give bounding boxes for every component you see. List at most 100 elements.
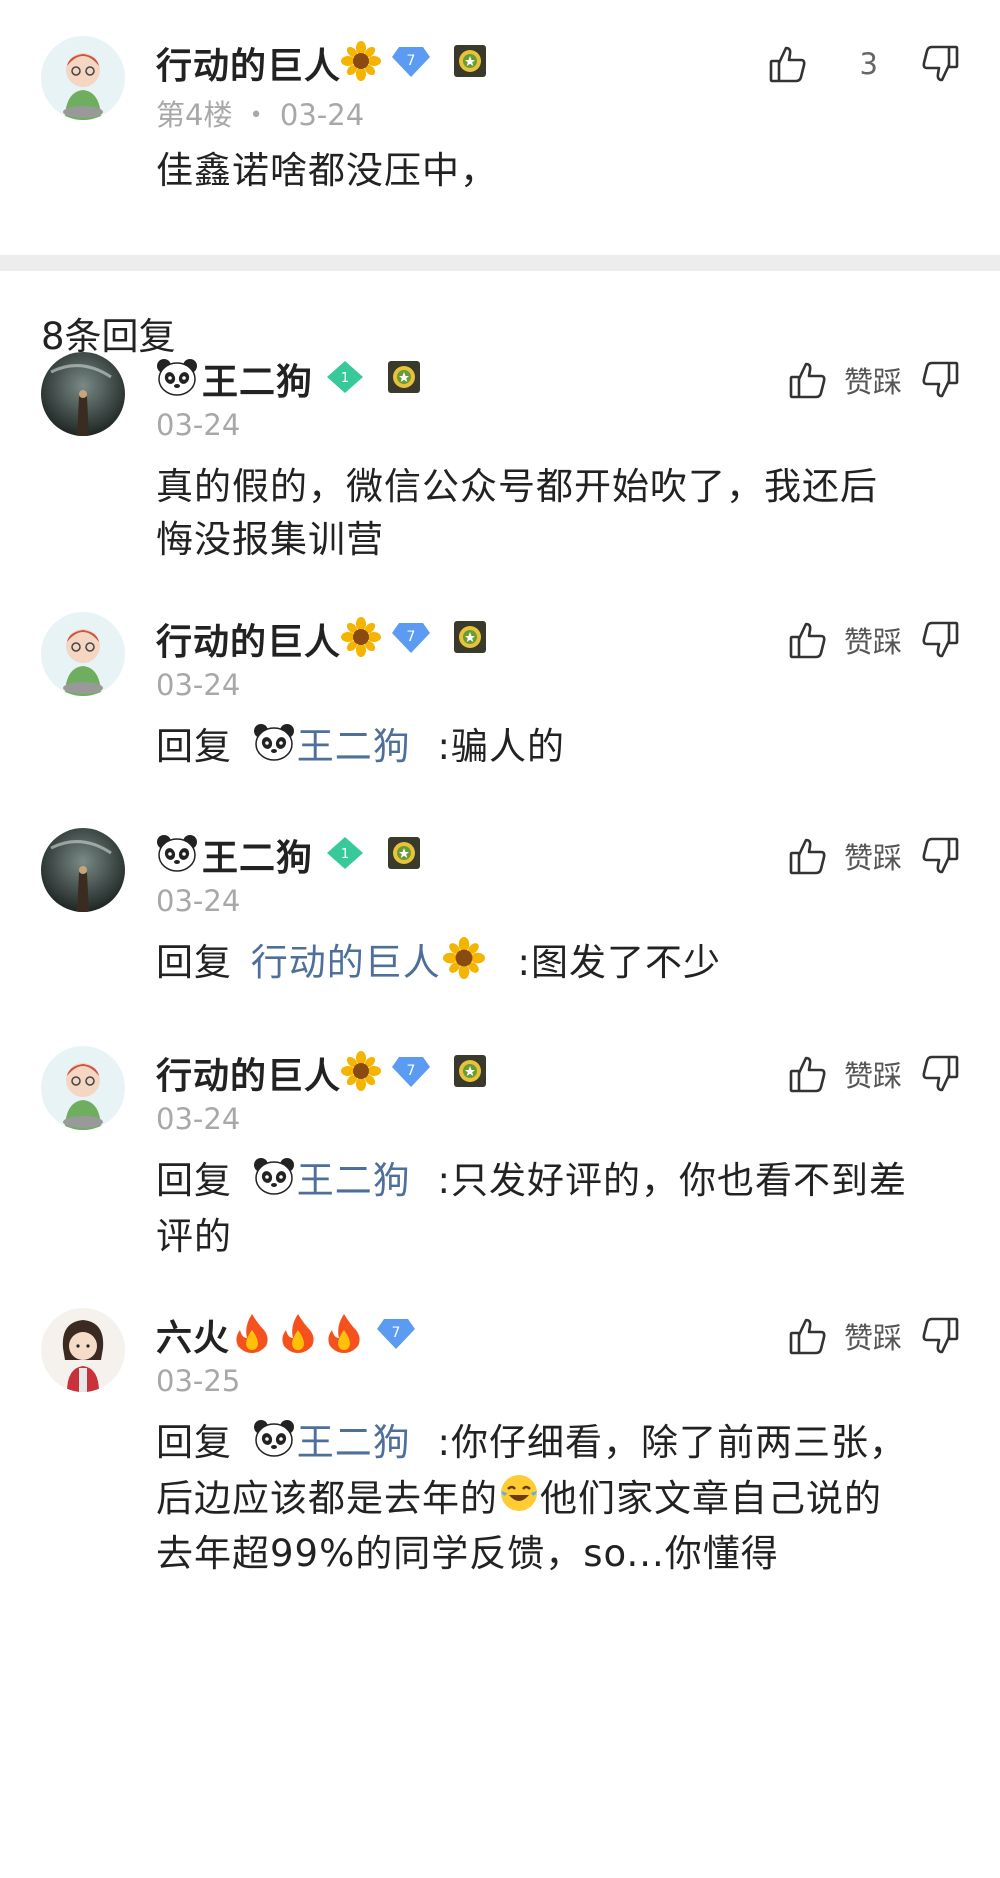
diamond-level-badge: 1 — [325, 359, 365, 399]
honor-medal-icon — [453, 44, 487, 82]
comment-actions: 赞踩 — [788, 1054, 960, 1094]
avatar[interactable] — [41, 352, 125, 436]
comment-date: 03-25 — [156, 1364, 241, 1398]
honor-medal-icon — [387, 360, 421, 398]
diamond-level-badge: 7 — [391, 43, 431, 83]
thumb-up-icon[interactable] — [768, 44, 808, 84]
thumb-up-icon[interactable] — [788, 836, 828, 876]
main-comment: 行动的巨人 7 第4楼 • 03-24 佳鑫诺啥都没压中， 3 — [0, 0, 1000, 255]
thumb-up-icon[interactable] — [788, 1316, 828, 1356]
crying-laughing-icon — [498, 1473, 540, 1527]
reply-text-line2: 评的 — [156, 1214, 232, 1258]
comment-date: 03-24 — [156, 668, 241, 702]
svg-text:7: 7 — [392, 1325, 401, 1341]
vote-label: 赞踩 — [843, 365, 902, 399]
reply-text: :只发好评的，你也看不到差 — [437, 1159, 907, 1202]
reply-text: :你仔细看，除了前两三张， — [437, 1421, 907, 1464]
reply-text: :图发了不少 — [517, 941, 721, 984]
reply-word: 回复 — [156, 1159, 232, 1202]
username[interactable]: 行动的巨人 — [156, 613, 341, 665]
panda-icon — [253, 1418, 295, 1472]
svg-text:7: 7 — [407, 1063, 416, 1079]
reply-text-line2: 后边应该都是去年的 — [156, 1476, 498, 1520]
comment-actions: 赞踩 — [788, 836, 960, 876]
avatar[interactable] — [41, 1046, 125, 1130]
name-row: 王二狗 1 — [156, 354, 421, 404]
reply-word: 回复 — [156, 941, 232, 984]
comment-actions: 赞踩 — [788, 360, 960, 400]
comment-date: 03-24 — [279, 98, 365, 132]
reply-text-line3: 去年超99%的同学反馈，so...你懂得 — [156, 1532, 779, 1575]
thumb-down-icon[interactable] — [920, 836, 960, 876]
comment-text: 回复 王二狗 :骗人的 — [156, 720, 946, 776]
mention-link[interactable]: 行动的巨人 — [251, 941, 441, 984]
thumb-down-icon[interactable] — [920, 360, 960, 400]
username[interactable]: 六火 — [156, 1309, 230, 1361]
reply-text-line2b: 他们家文章自己说的 — [540, 1476, 882, 1520]
panda-icon — [253, 1156, 295, 1210]
mention-link[interactable]: 王二狗 — [297, 1159, 411, 1202]
comment-text: 回复 王二狗 :只发好评的，你也看不到差 评的 — [156, 1154, 946, 1263]
diamond-level-badge: 7 — [391, 1053, 431, 1093]
honor-medal-icon — [453, 1054, 487, 1092]
comment-text: 真的假的，微信公众号都开始吹了，我还后 悔没报集训营 — [156, 460, 946, 566]
comment-date: 03-24 — [156, 408, 241, 442]
avatar[interactable] — [41, 36, 125, 120]
diamond-level-badge: 1 — [325, 835, 365, 875]
comment-text: 佳鑫诺啥都没压中， — [156, 149, 498, 192]
avatar[interactable] — [41, 1308, 125, 1392]
thumb-up-icon[interactable] — [788, 620, 828, 660]
fire-icon — [232, 1312, 272, 1358]
username[interactable]: 王二狗 — [202, 353, 313, 405]
svg-text:7: 7 — [407, 53, 416, 69]
comment-date: 03-24 — [156, 884, 241, 918]
name-row: 王二狗 1 — [156, 830, 421, 880]
sunflower-icon — [442, 936, 485, 993]
thumb-down-icon[interactable] — [920, 620, 960, 660]
reply-text: :骗人的 — [437, 725, 565, 768]
section-divider — [0, 255, 1000, 271]
username[interactable]: 王二狗 — [202, 829, 313, 881]
fire-icon — [278, 1312, 318, 1358]
avatar[interactable] — [41, 612, 125, 696]
vote-label: 赞踩 — [843, 1321, 902, 1355]
reply-word: 回复 — [156, 1421, 232, 1464]
thumb-up-icon[interactable] — [788, 360, 828, 400]
name-row: 行动的巨人 7 — [156, 38, 487, 88]
honor-medal-icon — [387, 836, 421, 874]
diamond-level-badge: 7 — [376, 1315, 416, 1355]
honor-medal-icon — [453, 620, 487, 658]
name-row: 行动的巨人 7 — [156, 614, 487, 664]
mention-link[interactable]: 王二狗 — [297, 1421, 411, 1464]
text-line: 悔没报集训营 — [156, 518, 384, 561]
username[interactable]: 行动的巨人 — [156, 1047, 341, 1099]
mention-link[interactable]: 王二狗 — [297, 725, 411, 768]
svg-text:1: 1 — [341, 847, 349, 862]
fire-icon — [324, 1312, 364, 1358]
like-count: 3 — [859, 47, 878, 81]
name-row: 行动的巨人 7 — [156, 1048, 487, 1098]
vote-label: 赞踩 — [843, 841, 902, 875]
comment-actions: 赞踩 — [788, 1316, 960, 1356]
svg-text:1: 1 — [341, 371, 349, 386]
username[interactable]: 行动的巨人 — [156, 37, 341, 89]
thumb-up-icon[interactable] — [788, 1054, 828, 1094]
avatar[interactable] — [41, 828, 125, 912]
comment-date: 03-24 — [156, 1102, 241, 1136]
replies-count-header: 8条回复 — [41, 315, 176, 358]
comment-text: 回复 行动的巨人 :图发了不少 — [156, 936, 946, 993]
thumb-down-icon[interactable] — [920, 44, 960, 84]
comment-meta: 第4楼 • 03-24 — [156, 92, 364, 134]
name-row: 六火 7 — [156, 1310, 416, 1360]
vote-label: 赞踩 — [843, 625, 902, 659]
thumb-down-icon[interactable] — [920, 1316, 960, 1356]
svg-text:7: 7 — [407, 629, 416, 645]
sunflower-icon — [341, 41, 382, 85]
comment-actions: 赞踩 — [788, 620, 960, 660]
sunflower-icon — [341, 1051, 382, 1095]
panda-icon — [253, 722, 295, 776]
reply-word: 回复 — [156, 725, 232, 768]
thumb-down-icon[interactable] — [920, 1054, 960, 1094]
vote-label: 赞踩 — [843, 1059, 902, 1093]
comment-actions: 3 — [768, 44, 960, 84]
